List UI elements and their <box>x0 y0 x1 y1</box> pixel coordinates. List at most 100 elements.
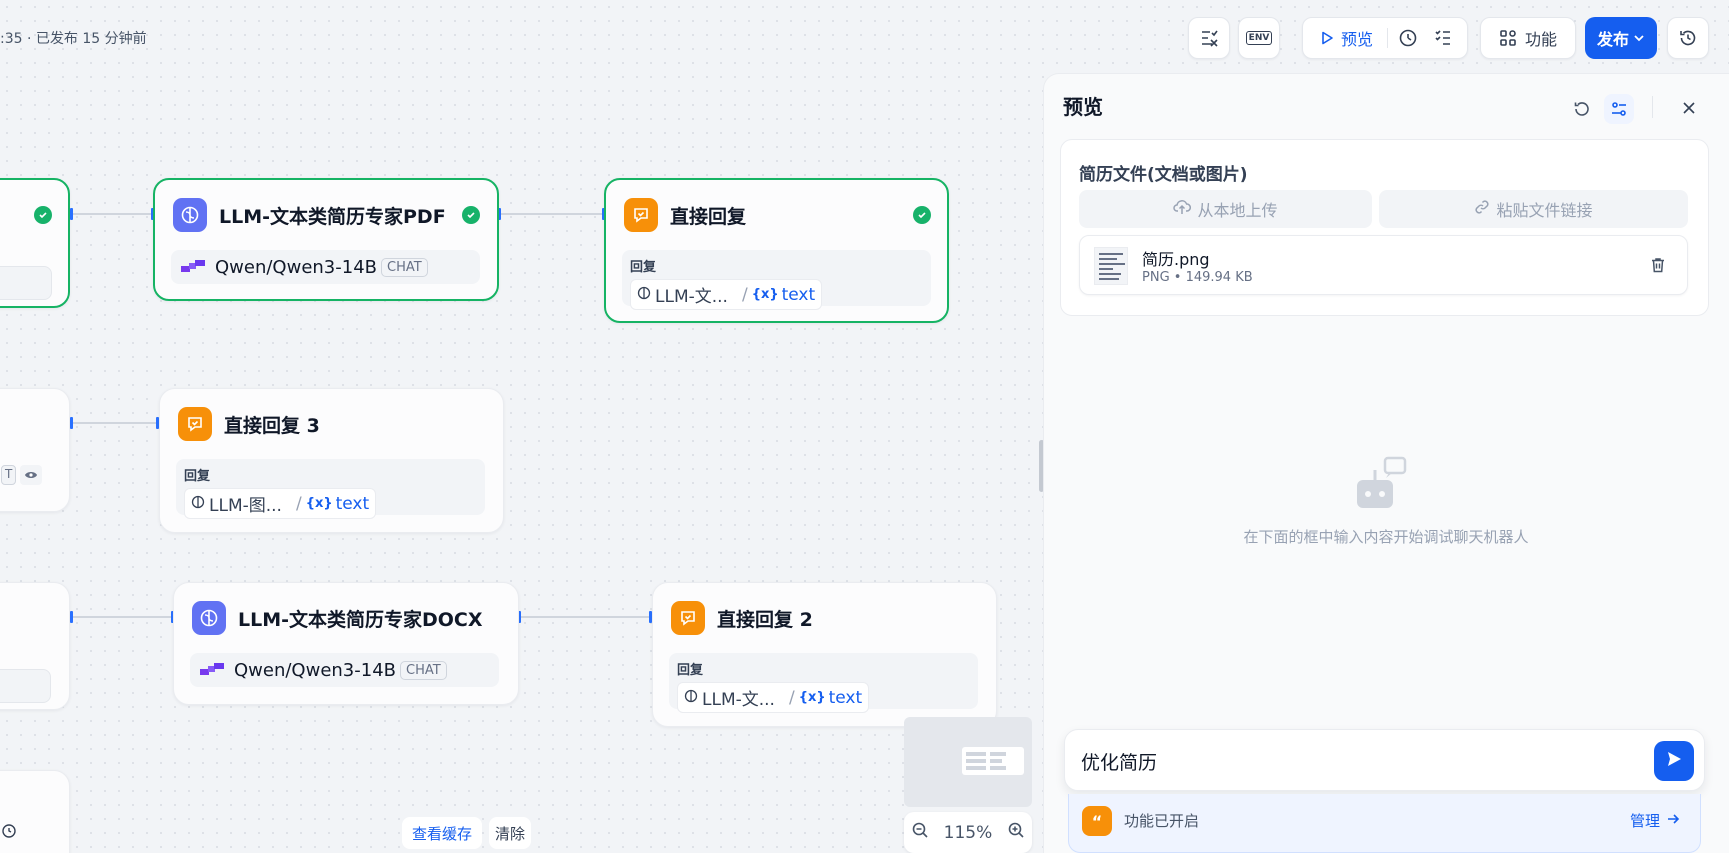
node-llm-docx[interactable]: LLM-文本类简历专家DOCX Qwen/Qwen3-14B CHAT <box>173 582 519 705</box>
trash-icon[interactable] <box>1649 256 1667 278</box>
variable-name: text <box>335 493 370 514</box>
close-icon[interactable] <box>1681 100 1697 120</box>
zoom-level[interactable]: 115% <box>944 823 993 843</box>
file-thumbnail <box>1094 247 1128 285</box>
model-selector[interactable]: Qwen/Qwen3-14B CHAT <box>171 250 480 284</box>
cloud-upload-icon <box>1173 199 1192 219</box>
llm-small-icon <box>684 688 698 708</box>
features-button[interactable]: 功能 <box>1480 17 1576 59</box>
partial-node-bottom[interactable] <box>0 770 70 853</box>
minimap-viewport <box>962 747 1024 775</box>
checklist-button[interactable] <box>1188 17 1230 59</box>
zoom-controls: 115% <box>904 812 1032 853</box>
uploaded-file-item: 简历.png PNG • 149.94 KB <box>1079 235 1688 295</box>
edge <box>72 616 172 618</box>
zoom-in-icon[interactable] <box>1007 821 1025 844</box>
variable-name: text <box>781 284 816 305</box>
upload-local-button[interactable]: 从本地上传 <box>1079 190 1372 228</box>
variable-reference[interactable]: LLM-文... / {x} text <box>677 682 870 713</box>
checklist-icon <box>1199 28 1219 48</box>
preview-group: 预览 <box>1302 17 1468 59</box>
success-check-icon <box>913 206 931 224</box>
edge <box>500 213 604 215</box>
divider <box>1652 96 1653 118</box>
variable-reference[interactable]: LLM-图... / {x} text <box>184 488 377 519</box>
llm-small-icon <box>191 494 205 514</box>
variable-name: text <box>828 687 863 708</box>
variable-icon: {x} <box>751 287 779 302</box>
send-icon <box>1665 750 1683 772</box>
edge <box>72 422 158 424</box>
file-meta: PNG • 149.94 KB <box>1142 270 1253 285</box>
variable-reference[interactable]: LLM-文... / {x} text <box>630 279 823 310</box>
model-name: Qwen/Qwen3-14B <box>215 256 378 278</box>
zoom-out-icon[interactable] <box>911 821 929 844</box>
clear-cache-button[interactable]: 清除 <box>489 817 531 849</box>
variables-settings-icon[interactable] <box>1604 94 1634 124</box>
model-selector[interactable]: Qwen/Qwen3-14B CHAT <box>190 653 499 687</box>
divider <box>1387 28 1389 48</box>
grid-icon <box>1499 29 1517 47</box>
reply-field: 回复 LLM-文... / {x} text <box>669 653 978 713</box>
model-provider-icon <box>200 660 224 681</box>
connection-handle[interactable] <box>70 208 73 220</box>
reply-label: 回复 <box>184 469 211 484</box>
model-mode-badge: CHAT <box>381 257 428 277</box>
node-title: 直接回复 2 <box>717 608 813 631</box>
connection-handle[interactable] <box>70 611 73 623</box>
eye-icon[interactable] <box>20 465 43 485</box>
node-llm-pdf[interactable]: LLM-文本类简历专家PDF Qwen/Qwen3-14B CHAT <box>153 178 499 301</box>
manage-features-link[interactable]: 管理 <box>1630 810 1680 831</box>
run-history-icon[interactable] <box>1398 28 1418 48</box>
answer-icon <box>671 601 705 635</box>
env-icon: ENV <box>1245 31 1273 45</box>
partial-node-start[interactable] <box>0 178 70 308</box>
answer-icon <box>178 407 212 441</box>
feature-status-bar: “ 功能已开启 管理 <box>1068 794 1701 853</box>
edge <box>72 213 152 215</box>
chevron-down-icon <box>1633 29 1645 48</box>
minimap[interactable] <box>904 717 1032 807</box>
model-mode-badge: CHAT <box>400 660 447 680</box>
link-icon <box>1474 199 1490 219</box>
upload-local-label: 从本地上传 <box>1197 201 1278 220</box>
paste-link-button[interactable]: 粘贴文件链接 <box>1379 190 1688 228</box>
success-check-icon <box>34 206 52 224</box>
reply-label: 回复 <box>677 663 704 678</box>
preview-button[interactable]: 预览 <box>1341 26 1373 50</box>
empty-state-hint: 在下面的框中输入内容开始调试聊天机器人 <box>1243 528 1529 546</box>
clock-icon <box>1 823 17 843</box>
node-answer-3[interactable]: 直接回复 3 回复 LLM-图... / {x} text <box>159 388 504 533</box>
version-history-button[interactable] <box>1667 17 1709 59</box>
env-button[interactable]: ENV <box>1238 17 1280 59</box>
variable-source: LLM-文... <box>655 287 728 307</box>
node-title: 直接回复 <box>670 205 747 228</box>
partial-node-classifier[interactable]: T <box>0 388 70 512</box>
chatbot-robot-icon <box>1355 456 1407 514</box>
node-title: 直接回复 3 <box>224 414 320 437</box>
partial-input <box>0 266 52 300</box>
reply-label: 回复 <box>630 260 657 275</box>
checklist-list-icon[interactable] <box>1434 29 1452 47</box>
view-cache-button[interactable]: 查看缓存 <box>402 817 482 849</box>
llm-small-icon <box>637 285 651 305</box>
publish-status: :35 · 已发布 15 分钟前 <box>0 31 147 47</box>
feature-status-text: 功能已开启 <box>1124 812 1200 830</box>
success-check-icon <box>462 206 480 224</box>
chat-input-box[interactable]: 优化简历 <box>1064 729 1705 791</box>
partial-node-branch[interactable] <box>0 582 70 710</box>
restart-icon[interactable] <box>1572 99 1592 123</box>
panel-title: 预览 <box>1063 95 1103 119</box>
node-answer-2[interactable]: 直接回复 2 回复 LLM-文... / {x} text <box>652 582 997 727</box>
partial-node-badges: T <box>1 465 43 485</box>
model-provider-icon <box>181 257 205 278</box>
publish-button[interactable]: 发布 <box>1585 17 1657 59</box>
field-label: 简历文件(文档或图片) <box>1079 165 1248 185</box>
node-answer-1[interactable]: 直接回复 回复 LLM-文... / {x} text <box>604 178 949 323</box>
connection-handle[interactable] <box>70 417 73 429</box>
features-label: 功能 <box>1524 30 1557 49</box>
file-name: 简历.png <box>1142 250 1210 269</box>
llm-brain-icon <box>192 601 226 635</box>
send-button[interactable] <box>1654 741 1694 781</box>
chat-input-text[interactable]: 优化简历 <box>1081 748 1157 775</box>
